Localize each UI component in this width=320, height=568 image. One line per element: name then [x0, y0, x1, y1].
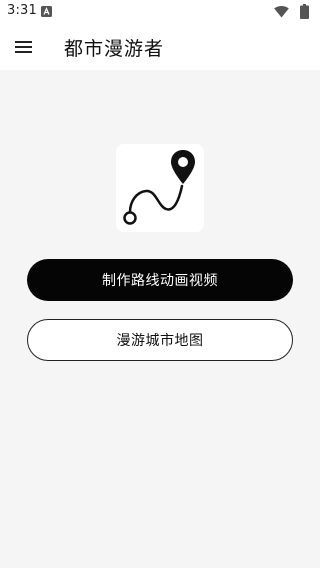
a-notification-icon	[41, 6, 52, 17]
app-title: 都市漫游者	[64, 38, 165, 60]
hamburger-menu-icon[interactable]	[14, 39, 34, 55]
make-route-video-button[interactable]: 制作路线动画视频	[27, 259, 293, 301]
route-pin-icon	[123, 150, 195, 225]
battery-icon	[300, 4, 309, 19]
app-bar: 都市漫游者	[0, 24, 320, 70]
roam-city-map-label: 漫游城市地图	[116, 333, 204, 349]
make-route-video-label: 制作路线动画视频	[102, 273, 218, 289]
roam-city-map-button[interactable]: 漫游城市地图	[27, 319, 293, 361]
status-bar: 3:31	[0, 0, 320, 24]
main-content: 制作路线动画视频 漫游城市地图	[0, 70, 320, 568]
status-time: 3:31	[7, 3, 37, 18]
wifi-icon	[274, 6, 289, 18]
app-logo	[116, 144, 204, 232]
